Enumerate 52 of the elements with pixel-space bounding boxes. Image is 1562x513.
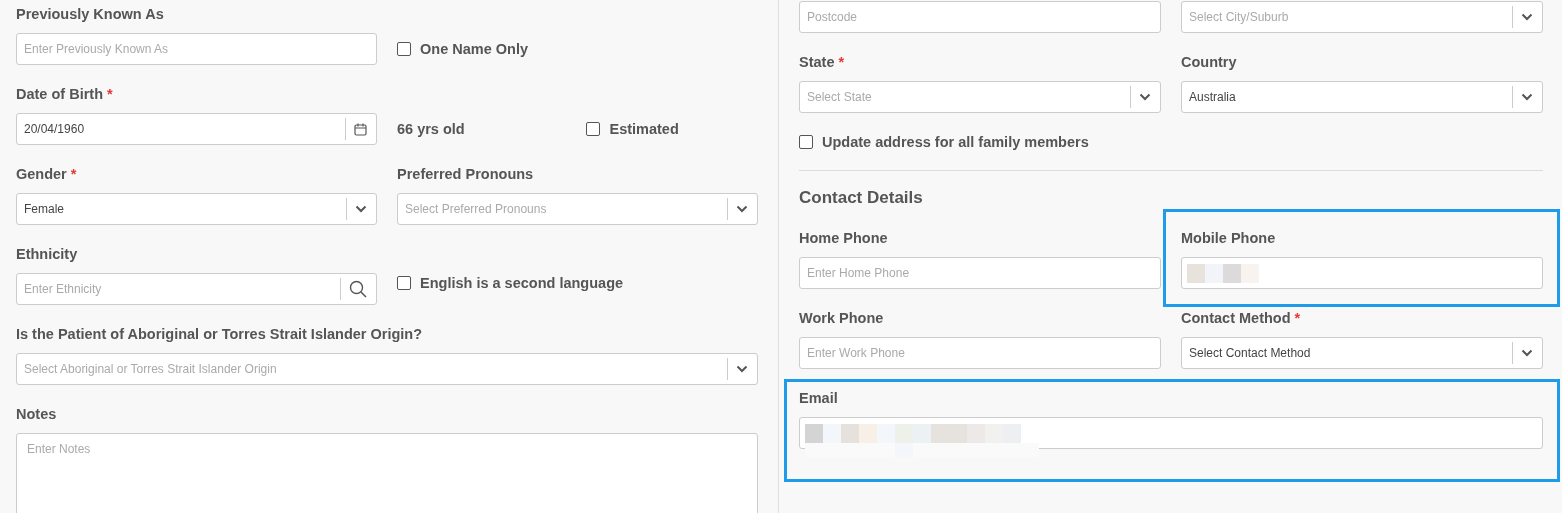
select-field[interactable]: Select Aboriginal or Torres Strait Islander Origin — [16, 353, 758, 385]
checkbox[interactable] — [397, 42, 411, 56]
notes-field[interactable]: Enter Notes — [16, 433, 758, 513]
required-mark: * — [107, 86, 113, 102]
required-mark: * — [70, 166, 77, 182]
field-label: Preferred Pronouns — [397, 166, 534, 182]
checkbox[interactable] — [799, 135, 813, 149]
field-label: Country — [1181, 54, 1237, 70]
field-label: Gender — [16, 166, 67, 182]
field-label: Contact Method — [1181, 310, 1291, 326]
required-mark: * — [1294, 310, 1301, 326]
checkbox-label: One Name Only — [420, 41, 528, 57]
field-label: Home Phone — [799, 230, 888, 246]
calendar-icon — [353, 122, 367, 136]
chevron-down-icon — [736, 205, 748, 213]
age-text: 66 yrs old — [396, 120, 466, 139]
field-label: Is the Patient of Aboriginal or Torres Strait Islander Origin? — [16, 326, 423, 342]
field-label: Ethnicity — [16, 246, 78, 262]
input-field[interactable]: Enter Home Phone — [799, 257, 1161, 289]
chevron-down-icon — [1521, 13, 1533, 21]
input-field[interactable]: Postcode — [799, 1, 1161, 33]
select-field[interactable]: Australia — [1181, 81, 1543, 113]
input-field[interactable] — [1181, 257, 1543, 289]
checkbox[interactable] — [586, 122, 601, 136]
input-field[interactable]: Enter Previously Known As — [16, 33, 377, 65]
input-field[interactable]: Enter Work Phone — [799, 337, 1161, 369]
select-field[interactable]: Select State — [799, 81, 1161, 113]
search-icon — [349, 280, 367, 298]
field-label: Work Phone — [799, 310, 884, 326]
chevron-down-icon — [1139, 93, 1151, 101]
chevron-down-icon — [736, 365, 748, 373]
field-label: Email — [799, 390, 838, 406]
field-label: Notes — [16, 406, 57, 422]
checkbox-label: English is a second language — [420, 275, 624, 291]
select-field[interactable]: Select Preferred Pronouns — [397, 193, 758, 225]
select-field[interactable]: Select City/Suburb — [1181, 1, 1543, 33]
section-heading: Contact Details — [799, 187, 924, 209]
checkbox-label: Estimated — [609, 121, 679, 137]
date-field[interactable]: 20/04/1960 — [16, 113, 377, 145]
select-field[interactable]: Female — [16, 193, 377, 225]
select-field[interactable]: Select Contact Method — [1181, 337, 1543, 369]
field-label: State — [799, 54, 835, 70]
chevron-down-icon — [355, 205, 367, 213]
search-field[interactable]: Enter Ethnicity — [16, 273, 377, 305]
chevron-down-icon — [1521, 93, 1533, 101]
checkbox-label: Update address for all family members — [822, 134, 1089, 150]
field-label: Mobile Phone — [1181, 230, 1276, 246]
chevron-down-icon — [1521, 349, 1533, 357]
checkbox[interactable] — [397, 276, 411, 290]
required-mark: * — [838, 54, 845, 70]
field-label: Date of Birth — [16, 86, 103, 102]
field-label: Previously Known As — [16, 6, 164, 22]
